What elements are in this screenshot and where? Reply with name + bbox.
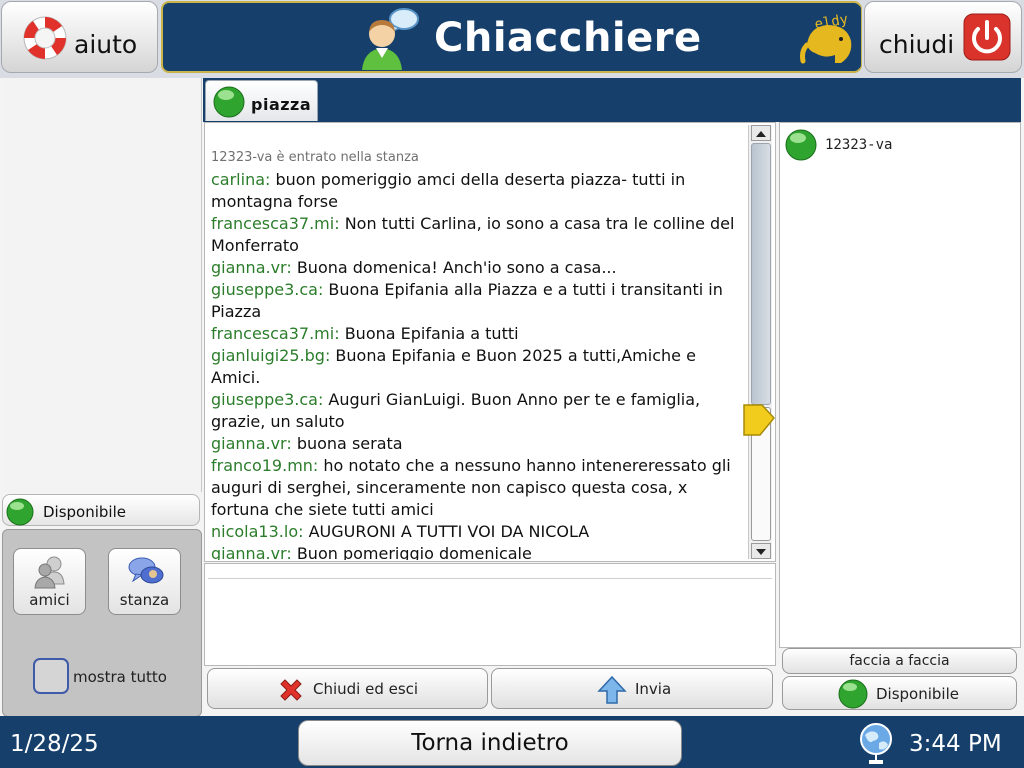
- chat-log: 12323-va è entrato nella stanza carlina:…: [204, 122, 776, 562]
- message-author[interactable]: gianna.vr:: [211, 544, 292, 560]
- chat-message: gianna.vr: Buon pomeriggio domenicale: [211, 543, 745, 560]
- status-label: Disponibile: [43, 503, 126, 521]
- room-tab-strip: piazza: [203, 78, 1021, 122]
- chat-message: nicola13.lo: AUGURONI A TUTTI VOI DA NIC…: [211, 521, 745, 543]
- message-author[interactable]: gianna.vr:: [211, 434, 292, 453]
- clock-display: 3:44 PM: [909, 731, 1002, 757]
- message-text: Buon pomeriggio domenicale: [291, 544, 532, 560]
- date-display: 1/28/25: [10, 731, 99, 757]
- friends-button[interactable]: amici: [13, 548, 86, 615]
- chat-scrollbar[interactable]: [748, 125, 772, 559]
- app-window: aiuto Chiacchiere eldy chiudi Disponibil…: [0, 0, 1024, 768]
- chat-message: carlina: buon pomeriggio amci della dese…: [211, 169, 745, 213]
- contacts-options-panel: amici stanza mostra tutto: [2, 529, 202, 717]
- status-green-icon: [213, 86, 245, 118]
- friends-icon: [34, 556, 65, 589]
- message-author[interactable]: carlina:: [211, 170, 270, 189]
- status-green-icon: [785, 129, 817, 161]
- user-status-button[interactable]: Disponibile: [782, 676, 1017, 710]
- cancel-x-icon: [280, 679, 302, 701]
- message-author[interactable]: nicola13.lo:: [211, 522, 304, 541]
- network-icon: [860, 723, 892, 764]
- message-text: Buona Epifania a tutti: [339, 324, 519, 343]
- message-author[interactable]: francesca37.mi:: [211, 214, 340, 233]
- chat-message: gianluigi25.bg: Buona Epifania e Buon 20…: [211, 345, 745, 389]
- message-input-line: [208, 567, 772, 579]
- room-button[interactable]: stanza: [108, 548, 181, 615]
- chat-message: giuseppe3.ca: Auguri GianLuigi. Buon Ann…: [211, 389, 745, 433]
- user-name: 12323-va: [825, 137, 893, 153]
- message-author[interactable]: francesca37.mi:: [211, 324, 340, 343]
- scroll-down-button[interactable]: [751, 543, 771, 559]
- eldy-elephant-icon: eldy: [797, 5, 861, 69]
- friends-label: amici: [29, 591, 70, 609]
- go-back-button[interactable]: Torna indietro: [298, 720, 682, 766]
- scroll-up-button[interactable]: [751, 125, 771, 141]
- room-icon: [128, 557, 164, 584]
- user-status-label: Disponibile: [876, 685, 959, 703]
- status-green-icon: [6, 498, 34, 526]
- scroll-thumb[interactable]: [751, 143, 771, 405]
- message-text: buona serata: [291, 434, 403, 453]
- arrow-down-icon: [756, 549, 766, 555]
- message-author[interactable]: franco19.mn:: [211, 456, 318, 475]
- status-selector[interactable]: Disponibile: [2, 494, 200, 526]
- room-users-list: 12323-va: [779, 122, 1021, 648]
- left-panel-blank: [2, 78, 202, 492]
- room-label: stanza: [119, 591, 170, 609]
- lifebuoy-icon: [23, 16, 67, 60]
- chat-message: franco19.mn: ho notato che a nessuno han…: [211, 455, 745, 521]
- show-all-label: mostra tutto: [73, 668, 167, 686]
- send-arrow-icon: [597, 675, 627, 704]
- face-to-face-label: faccia a faccia: [849, 653, 950, 669]
- message-author[interactable]: gianna.vr:: [211, 258, 292, 277]
- show-all-checkbox[interactable]: [33, 658, 69, 694]
- help-label: aiuto: [74, 30, 138, 59]
- chat-messages: 12323-va è entrato nella stanza carlina:…: [211, 150, 745, 560]
- chat-message: gianna.vr: buona serata: [211, 433, 745, 455]
- tab-label: piazza: [251, 95, 312, 114]
- chat-user-icon: [362, 8, 419, 70]
- help-button[interactable]: aiuto: [1, 1, 158, 73]
- chat-message: giuseppe3.ca: Buona Epifania alla Piazza…: [211, 279, 745, 323]
- chat-message: francesca37.mi: Non tutti Carlina, io so…: [211, 213, 745, 257]
- message-text: AUGURONI A TUTTI VOI DA NICOLA: [303, 522, 590, 541]
- message-author[interactable]: gianluigi25.bg:: [211, 346, 330, 365]
- face-to-face-button[interactable]: faccia a faccia: [782, 648, 1017, 674]
- system-message: 12323-va è entrato nella stanza: [211, 150, 419, 165]
- arrow-up-icon: [756, 131, 766, 137]
- chat-message: gianna.vr: Buona domenica! Anch'io sono …: [211, 257, 745, 279]
- close-app-button[interactable]: chiudi: [864, 1, 1022, 73]
- exit-label: Chiudi ed esci: [313, 680, 419, 698]
- status-green-icon: [838, 679, 868, 709]
- message-author[interactable]: giuseppe3.ca:: [211, 280, 323, 299]
- go-back-label: Torna indietro: [411, 730, 569, 756]
- message-text: buon pomeriggio amci della deserta piazz…: [211, 170, 686, 211]
- page-title: Chiacchiere: [434, 15, 702, 61]
- user-list-item[interactable]: 12323-va: [785, 129, 892, 161]
- send-button[interactable]: Invia: [491, 668, 773, 709]
- chat-message: francesca37.mi: Buona Epifania a tutti: [211, 323, 745, 345]
- message-input[interactable]: [204, 563, 776, 666]
- title-panel: Chiacchiere eldy: [161, 1, 862, 73]
- send-label: Invia: [635, 680, 672, 698]
- scroll-marker-icon: [743, 404, 775, 436]
- message-text: Buona domenica! Anch'io sono a casa...: [291, 258, 617, 277]
- tab-piazza[interactable]: piazza: [205, 80, 318, 121]
- close-label: chiudi: [879, 30, 955, 59]
- message-author[interactable]: giuseppe3.ca:: [211, 390, 323, 409]
- close-and-exit-button[interactable]: Chiudi ed esci: [207, 668, 488, 709]
- power-icon: [963, 13, 1011, 61]
